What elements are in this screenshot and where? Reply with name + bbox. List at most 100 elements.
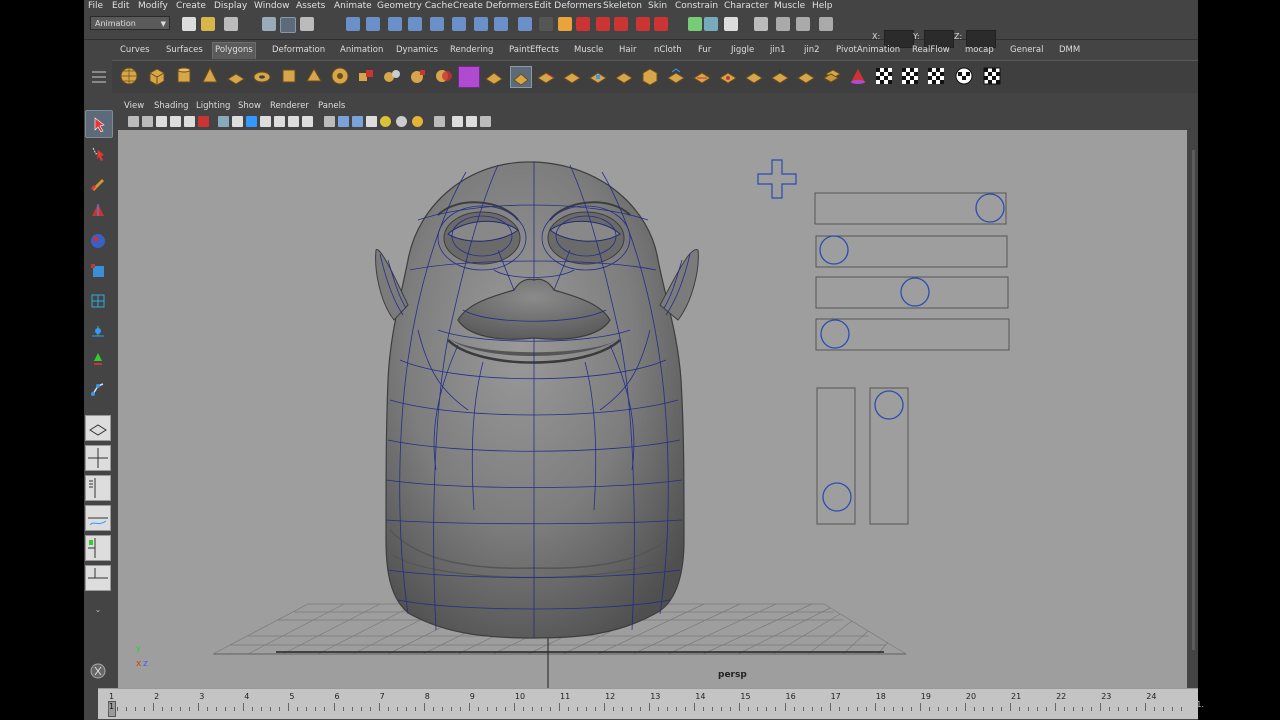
- safe-action-icon[interactable]: [288, 116, 299, 127]
- panel-menu-view[interactable]: View: [124, 101, 144, 111]
- shelf-grip-handle[interactable]: [92, 68, 106, 90]
- extract-icon[interactable]: [408, 66, 428, 86]
- grease-pencil-icon[interactable]: [198, 116, 209, 127]
- tab-jiggle[interactable]: Jiggle: [729, 43, 756, 58]
- menu-create[interactable]: Create: [176, 0, 206, 13]
- reduce-icon[interactable]: [484, 66, 504, 86]
- merge-icon[interactable]: [744, 66, 764, 86]
- menu-geometry-cache[interactable]: Geometry Cache: [377, 0, 453, 13]
- layout-menu-chevron-icon[interactable]: ⌄: [85, 596, 111, 622]
- checker-uv-3-icon[interactable]: [926, 66, 946, 86]
- safe-title-icon[interactable]: [302, 116, 313, 127]
- select-component-icon[interactable]: [300, 17, 314, 31]
- menu-edit[interactable]: Edit: [112, 0, 129, 13]
- select-object-icon[interactable]: [280, 17, 296, 33]
- joint-tool-icon[interactable]: [85, 376, 111, 402]
- grid-toggle-icon[interactable]: [218, 116, 229, 127]
- 2d-pan-zoom-icon[interactable]: [184, 116, 195, 127]
- tab-general[interactable]: General: [1008, 43, 1046, 58]
- hypershade-persp-layout-icon[interactable]: [85, 535, 111, 561]
- sculpt-icon[interactable]: [848, 66, 868, 86]
- bridge-icon[interactable]: [692, 66, 712, 86]
- construction-history-icon[interactable]: [518, 17, 532, 31]
- menu-window[interactable]: Window: [254, 0, 290, 13]
- layout-icon[interactable]: [754, 17, 768, 31]
- checker-sphere-icon[interactable]: [954, 66, 974, 86]
- new-scene-icon[interactable]: [182, 17, 196, 31]
- textured-icon[interactable]: [366, 116, 377, 127]
- outliner-icon[interactable]: [776, 17, 790, 31]
- panel-menu-lighting[interactable]: Lighting: [196, 101, 230, 111]
- attribute-editor-icon[interactable]: [704, 17, 718, 31]
- scale-tool-icon[interactable]: [85, 258, 111, 284]
- tool-settings-icon[interactable]: [724, 17, 738, 31]
- poke-face-icon[interactable]: [796, 66, 816, 86]
- snap-surface-icon[interactable]: [430, 17, 444, 31]
- lasso-tool-icon[interactable]: [85, 140, 111, 166]
- checker-uv-2-icon[interactable]: [900, 66, 920, 86]
- snap-live-icon[interactable]: [474, 17, 488, 31]
- tab-dmm[interactable]: DMM: [1057, 43, 1082, 58]
- tab-dynamics[interactable]: Dynamics: [394, 43, 440, 58]
- shadows-icon[interactable]: [412, 116, 423, 127]
- tab-mocap[interactable]: mocap: [963, 43, 996, 58]
- render-settings-icon[interactable]: [614, 17, 628, 31]
- poly-cone-icon[interactable]: [200, 66, 220, 86]
- menu-help[interactable]: Help: [812, 0, 833, 13]
- tab-jin2[interactable]: jin2: [802, 43, 822, 58]
- graph-editor-icon[interactable]: [796, 17, 810, 31]
- snap-point-icon[interactable]: [388, 17, 402, 31]
- tab-rendering[interactable]: Rendering: [448, 43, 495, 58]
- move-tool-icon[interactable]: [85, 198, 111, 224]
- universal-manip-icon[interactable]: [85, 288, 111, 314]
- poly-torus-icon[interactable]: [252, 66, 272, 86]
- select-hierarchy-icon[interactable]: [262, 17, 276, 31]
- tab-pivotanimation[interactable]: PivotAnimation: [834, 43, 902, 58]
- checker-plane-icon[interactable]: [982, 66, 1002, 86]
- camera-sequencer-icon[interactable]: [480, 116, 491, 127]
- tab-polygons[interactable]: Polygons: [212, 42, 256, 59]
- duplicate-face-icon[interactable]: [822, 66, 842, 86]
- script-editor-icon[interactable]: [85, 658, 111, 684]
- separate-icon[interactable]: [382, 66, 402, 86]
- menu-muscle[interactable]: Muscle: [774, 0, 805, 13]
- menu-modify[interactable]: Modify: [138, 0, 168, 13]
- render-frame-icon[interactable]: [576, 17, 590, 31]
- snap-grid-icon[interactable]: [346, 17, 360, 31]
- tab-jin1[interactable]: jin1: [768, 43, 788, 58]
- poly-cylinder-icon[interactable]: [174, 66, 194, 86]
- isolate-select-icon[interactable]: [434, 116, 445, 127]
- menu-create-deformers[interactable]: Create Deformers: [453, 0, 533, 13]
- select-camera-icon[interactable]: [128, 116, 139, 127]
- poly-soccerball-icon[interactable]: [330, 66, 350, 86]
- menu-edit-deformers[interactable]: Edit Deformers: [534, 0, 602, 13]
- persp-outliner-layout-icon[interactable]: [85, 475, 111, 501]
- combine-icon[interactable]: [356, 66, 376, 86]
- save-scene-icon[interactable]: [224, 17, 238, 31]
- poly-cube-icon[interactable]: [147, 66, 167, 86]
- all-lights-icon[interactable]: [396, 116, 407, 127]
- checker-uv-1-icon[interactable]: [874, 66, 894, 86]
- perspective-viewport[interactable]: persp y z x: [118, 130, 1187, 688]
- menu-skeleton[interactable]: Skeleton: [603, 0, 642, 13]
- open-scene-icon[interactable]: [201, 17, 215, 31]
- booleans-icon[interactable]: [434, 66, 454, 86]
- smooth-shade-icon[interactable]: [338, 116, 349, 127]
- panel-menu-shading[interactable]: Shading: [154, 101, 189, 111]
- tab-hair[interactable]: Hair: [617, 43, 638, 58]
- menu-assets[interactable]: Assets: [296, 0, 325, 13]
- four-view-layout-icon[interactable]: [85, 445, 111, 471]
- time-slider[interactable]: 1 1 2 3 4 5 6 7 8 9 10 11 12 13 14 15 16 17 18 19 20 21 22 23 2…: [98, 688, 1204, 720]
- tab-muscle[interactable]: Muscle: [572, 43, 605, 58]
- help-icon[interactable]: [494, 17, 508, 31]
- resolution-gate-icon[interactable]: [246, 116, 257, 127]
- menu-constrain[interactable]: Constrain: [675, 0, 718, 13]
- menu-skin[interactable]: Skin: [648, 0, 667, 13]
- snap-view-icon[interactable]: [452, 17, 466, 31]
- menu-display[interactable]: Display: [214, 0, 247, 13]
- xray-icon[interactable]: [452, 116, 463, 127]
- ipr-render-icon[interactable]: [596, 17, 610, 31]
- wedge-icon[interactable]: [770, 66, 790, 86]
- render-view-icon[interactable]: [654, 17, 668, 31]
- extrude-icon[interactable]: [666, 66, 686, 86]
